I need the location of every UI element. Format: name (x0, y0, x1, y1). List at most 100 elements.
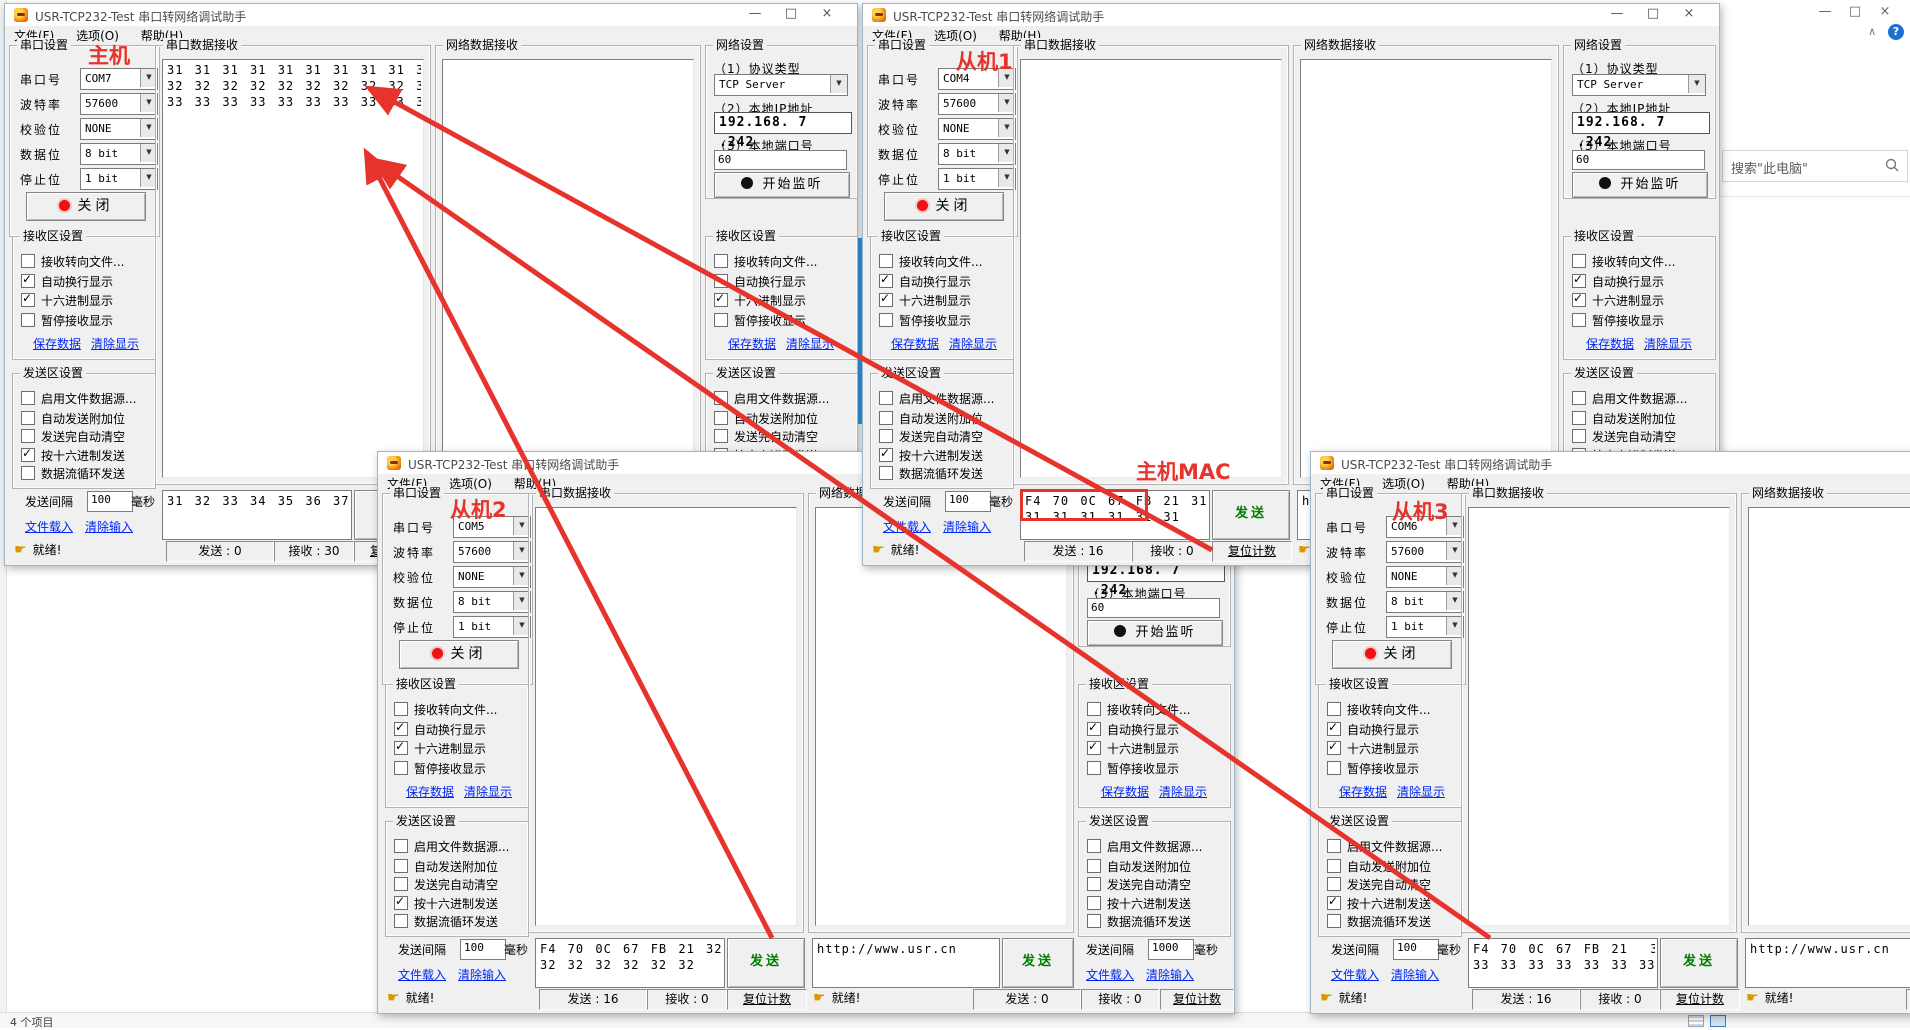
checkbox-auto-newline[interactable] (1572, 274, 1586, 288)
checkbox-pause-recv[interactable] (1327, 761, 1341, 775)
parity-select[interactable]: NONE (938, 118, 1016, 140)
net-interval-input[interactable]: 1000 (1148, 939, 1194, 960)
checkbox-loop-send[interactable] (879, 466, 893, 480)
titlebar[interactable]: USR-TCP232-Test 串口转网络调试助手 —□× (5, 4, 857, 26)
close-button[interactable]: × (809, 6, 845, 21)
checkbox-clear-after-send[interactable] (879, 429, 893, 443)
titlebar[interactable]: USR-TCP232-Test 串口转网络调试助手 —□× (863, 4, 1719, 26)
checkbox-hex-display[interactable] (1327, 741, 1341, 755)
serial-interval-input[interactable]: 100 (945, 491, 991, 512)
checkbox-recv-to-file[interactable] (1327, 702, 1341, 716)
ribbon-collapse-icon[interactable]: ∧ (1868, 25, 1876, 38)
checkbox-pause-recv[interactable] (714, 313, 728, 327)
chevron-down-icon[interactable] (830, 75, 847, 93)
serial-send-button[interactable]: 发送 (727, 938, 805, 988)
close-port-button[interactable]: 关闭 (399, 640, 519, 669)
save-data-link[interactable]: 保存数据 (33, 335, 81, 352)
parity-select[interactable]: NONE (453, 566, 531, 588)
local-port-input[interactable]: 60 (714, 150, 847, 170)
checkbox-auto-append[interactable] (1327, 859, 1341, 873)
data-bits-select[interactable]: 8 bit (80, 143, 158, 165)
protocol-select[interactable]: TCP Server (714, 74, 848, 96)
serial-reset-count-button[interactable]: 复位计数 (1212, 541, 1292, 562)
close-port-button[interactable]: 关闭 (26, 192, 146, 221)
data-bits-select[interactable]: 8 bit (453, 591, 531, 613)
clear-display-link[interactable]: 清除显示 (464, 783, 512, 800)
checkbox-hex-display[interactable] (21, 293, 35, 307)
parity-select[interactable]: NONE (80, 118, 158, 140)
thumbnails-view-icon[interactable] (1710, 1015, 1726, 1027)
baud-rate-select[interactable]: 57600 (80, 93, 158, 115)
clear-display-link[interactable]: 清除显示 (1159, 783, 1207, 800)
checkbox-hex-display[interactable] (714, 293, 728, 307)
net-send-input[interactable]: http://www.usr.cn (812, 938, 1000, 988)
stop-bits-select[interactable]: 1 bit (938, 168, 1016, 190)
local-port-input[interactable]: 60 (1087, 598, 1220, 618)
checkbox-file-source[interactable] (879, 391, 893, 405)
checkbox-hex-display[interactable] (1572, 293, 1586, 307)
local-ip-input[interactable]: 192.168. 7 .242 (714, 112, 852, 134)
start-listen-button[interactable]: 开始监听 (1572, 172, 1708, 198)
menu-options[interactable]: 选项(O) (925, 26, 986, 45)
checkbox-pause-recv[interactable] (21, 313, 35, 327)
local-port-input[interactable]: 60 (1572, 150, 1705, 170)
checkbox-recv-to-file[interactable] (21, 254, 35, 268)
maximize-button[interactable]: □ (1635, 6, 1671, 21)
clear-input-link[interactable]: 清除输入 (943, 518, 991, 535)
serial-send-input[interactable]: F4 70 0C 67 FB 21 33 33 33 33 33 33 33 3… (1468, 938, 1658, 988)
net-reset-count-button[interactable]: 复位计数 (1160, 989, 1234, 1010)
checkbox-loop-send[interactable] (21, 466, 35, 480)
save-data-link[interactable]: 保存数据 (728, 335, 776, 352)
clear-input-link[interactable]: 清除输入 (85, 518, 133, 535)
start-listen-button[interactable]: 开始监听 (714, 172, 850, 198)
baud-rate-select[interactable]: 57600 (453, 541, 531, 563)
menu-options[interactable]: 选项(O) (1373, 474, 1434, 493)
checkbox-send-as-hex[interactable] (1087, 896, 1101, 910)
checkbox-clear-after-send[interactable] (1572, 429, 1586, 443)
checkbox-clear-after-send[interactable] (1087, 877, 1101, 891)
load-file-link[interactable]: 文件载入 (25, 518, 73, 535)
checkbox-recv-to-file[interactable] (879, 254, 893, 268)
serial-interval-input[interactable]: 100 (87, 491, 133, 512)
checkbox-auto-append[interactable] (1572, 411, 1586, 425)
menu-options[interactable]: 选项(O) (67, 26, 128, 45)
explorer-minimize-button[interactable]: — (1810, 4, 1840, 19)
net-send-input[interactable]: http://www.usr.cn (1745, 938, 1910, 988)
start-listen-button[interactable]: 开始监听 (1087, 620, 1223, 646)
baud-rate-select[interactable]: 57600 (1386, 541, 1464, 563)
titlebar[interactable]: USR-TCP232-Test 串口转网络调试助手 —□× (1311, 452, 1910, 474)
serial-port-select[interactable]: COM7 (80, 68, 158, 90)
explorer-search-input[interactable]: 搜索"此电脑" (1722, 150, 1908, 182)
checkbox-loop-send[interactable] (1327, 914, 1341, 928)
checkbox-auto-newline[interactable] (1087, 722, 1101, 736)
checkbox-send-as-hex[interactable] (1327, 896, 1341, 910)
minimize-button[interactable]: — (1599, 6, 1635, 21)
checkbox-hex-display[interactable] (879, 293, 893, 307)
checkbox-clear-after-send[interactable] (714, 429, 728, 443)
checkbox-recv-to-file[interactable] (1572, 254, 1586, 268)
checkbox-recv-to-file[interactable] (1087, 702, 1101, 716)
close-button[interactable]: × (1671, 6, 1707, 21)
minimize-button[interactable]: — (737, 6, 773, 21)
serial-send-input[interactable]: F4 70 0C 67 FB 21 31 31 31 31 31 31 31 3… (1020, 490, 1210, 540)
explorer-close-button[interactable]: × (1870, 4, 1900, 19)
checkbox-auto-append[interactable] (714, 411, 728, 425)
clear-input-link[interactable]: 清除输入 (1391, 966, 1439, 983)
checkbox-send-as-hex[interactable] (21, 448, 35, 462)
close-port-button[interactable]: 关闭 (884, 192, 1004, 221)
checkbox-pause-recv[interactable] (394, 761, 408, 775)
stop-bits-select[interactable]: 1 bit (1386, 616, 1464, 638)
checkbox-file-source[interactable] (394, 839, 408, 853)
clear-input-link[interactable]: 清除输入 (1146, 966, 1194, 983)
checkbox-hex-display[interactable] (394, 741, 408, 755)
serial-send-button[interactable]: 发送 (1660, 938, 1738, 988)
serial-reset-count-button[interactable]: 复位计数 (1660, 989, 1740, 1010)
checkbox-hex-display[interactable] (1087, 741, 1101, 755)
serial-send-input[interactable]: F4 70 0C 67 FB 21 32 32 32 32 32 32 32 3… (535, 938, 725, 988)
close-port-button[interactable]: 关闭 (1332, 640, 1452, 669)
checkbox-auto-newline[interactable] (714, 274, 728, 288)
checkbox-pause-recv[interactable] (1087, 761, 1101, 775)
checkbox-loop-send[interactable] (1087, 914, 1101, 928)
local-ip-input[interactable]: 192.168. 7 .242 (1572, 112, 1710, 134)
explorer-maximize-button[interactable]: □ (1840, 4, 1870, 19)
